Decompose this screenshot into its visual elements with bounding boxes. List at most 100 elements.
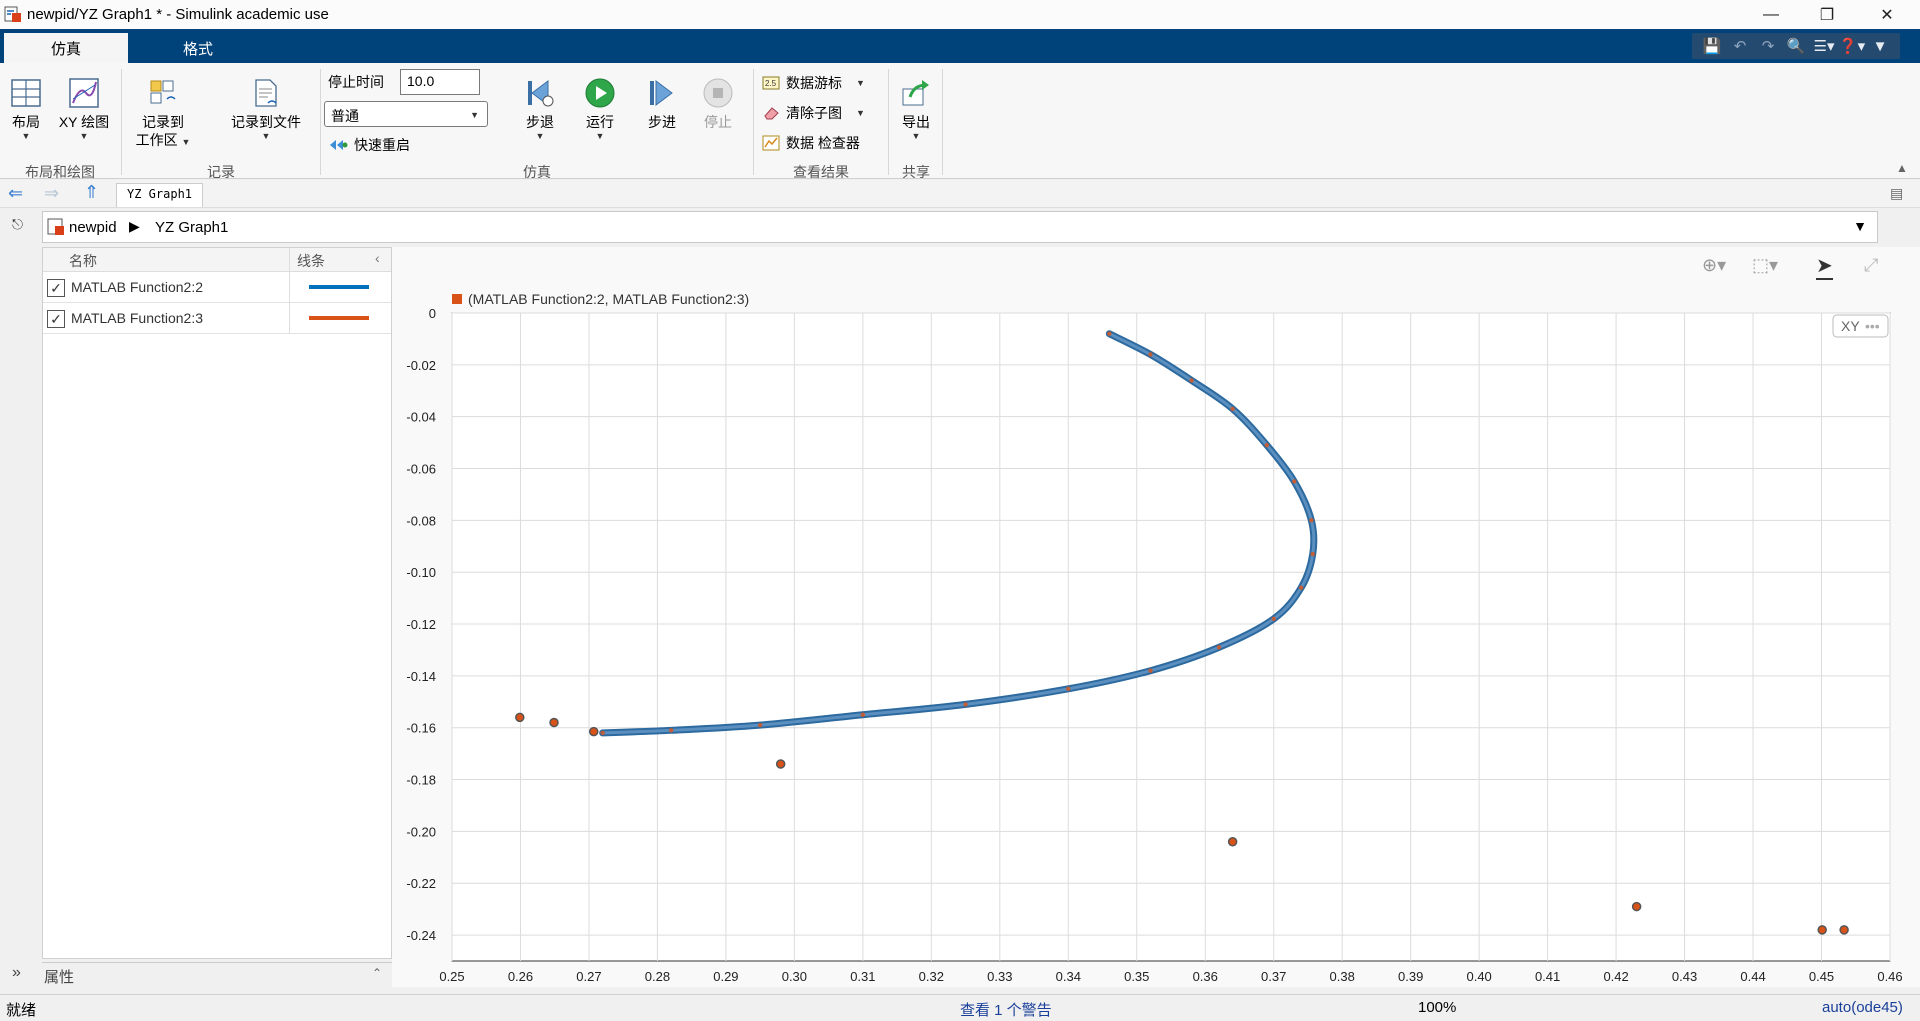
- curve-point: [600, 730, 605, 736]
- outlier-point: [775, 759, 786, 769]
- curve-point: [1271, 616, 1276, 622]
- log-file-label: 记录到文件: [231, 114, 301, 130]
- export-icon: [902, 80, 929, 106]
- collapse-panel-icon[interactable]: ‹: [375, 250, 380, 266]
- signal-panel: 名称 线条 ‹ ✓ MATLAB Function2:2 ✓ MATLAB Fu…: [42, 247, 392, 959]
- stop-icon: [703, 78, 733, 108]
- sim-mode-value: 普通: [331, 108, 359, 124]
- fit-to-view-icon[interactable]: ⬚▾: [1752, 255, 1778, 276]
- restore-button[interactable]: ❐: [1804, 0, 1850, 29]
- warning-link[interactable]: 查看 1 个警告: [960, 999, 1052, 1020]
- tab-yz-graph[interactable]: YZ Graph1: [116, 183, 204, 207]
- solver-link[interactable]: auto(ode45): [1822, 999, 1903, 1016]
- forward-arrow-icon[interactable]: ⇒: [44, 183, 59, 204]
- line-style-swatch[interactable]: [309, 285, 369, 289]
- curve-point: [1309, 518, 1314, 523]
- signal-checkbox[interactable]: ✓: [47, 310, 65, 328]
- step-back-icon: [528, 80, 554, 107]
- x-tick-label: 0.43: [1672, 969, 1697, 984]
- community-icon[interactable]: ☰▾: [1812, 35, 1836, 57]
- chevron-down-icon: ▼: [470, 110, 479, 120]
- step-forward-icon: [650, 80, 673, 106]
- stop-button[interactable]: 停止: [696, 77, 740, 131]
- layout-button[interactable]: 布局 ▼: [6, 77, 46, 141]
- column-name-header[interactable]: 名称: [69, 251, 97, 271]
- section-review-label: 查看结果: [793, 164, 849, 180]
- ribbon-separator: [320, 69, 321, 175]
- column-line-header[interactable]: 线条: [297, 251, 325, 271]
- expand-plot-icon[interactable]: ⤢: [1864, 255, 1878, 276]
- close-button[interactable]: ✕: [1864, 0, 1910, 29]
- curve-point: [963, 702, 968, 707]
- chevron-up-icon[interactable]: ⌃: [372, 966, 382, 980]
- column-divider: [289, 248, 290, 272]
- log-workspace-label-line1: 记录到: [142, 114, 184, 130]
- stop-time-label: 停止时间: [328, 74, 384, 90]
- data-inspector-button[interactable]: 数据 检查器: [762, 133, 860, 153]
- xy-plot-button[interactable]: XY 绘图 ▼: [54, 77, 114, 141]
- simulink-app-icon: [4, 6, 21, 22]
- up-arrow-icon[interactable]: ⇑: [84, 182, 99, 203]
- log-to-file-button[interactable]: 记录到文件 ▼: [224, 77, 308, 141]
- expand-panel-icon[interactable]: »: [12, 964, 21, 982]
- model-browser-icon[interactable]: ▤: [1890, 185, 1903, 202]
- step-forward-button[interactable]: 步进: [640, 77, 684, 131]
- data-cursor-label: 数据游标: [786, 75, 842, 91]
- cursor-select-icon[interactable]: ➤: [1816, 253, 1833, 280]
- zoom-level: 100%: [1418, 999, 1457, 1016]
- x-tick-label: 0.28: [645, 969, 670, 984]
- zoom-icon[interactable]: ⊕▾: [1702, 255, 1726, 276]
- chevron-down-icon: ▼: [181, 137, 191, 147]
- xy-badge-text: XY: [1841, 318, 1860, 334]
- tab-simulation[interactable]: 仿真: [4, 33, 128, 63]
- step-back-button[interactable]: 步退 ▼: [518, 77, 562, 141]
- minimize-button[interactable]: —: [1748, 0, 1794, 29]
- clear-subplot-button[interactable]: 清除子图 ▼: [762, 103, 865, 123]
- search-icon[interactable]: 🔍: [1784, 35, 1808, 57]
- fast-restart-button[interactable]: 快速重启: [328, 135, 410, 155]
- signal-checkbox[interactable]: ✓: [47, 279, 65, 297]
- xy-chart[interactable]: 0.25 0.26 0.27 0.28 0.29 0.30 0.31 0.32 0.33 0.34…: [392, 300, 1920, 990]
- export-button[interactable]: 导出 ▼: [894, 77, 938, 141]
- collapse-ribbon-icon[interactable]: ▲: [1896, 161, 1908, 175]
- chevron-down-icon[interactable]: ▼: [1853, 218, 1867, 234]
- y-tick-label: -0.02: [406, 358, 436, 373]
- outlier-point: [1817, 925, 1827, 935]
- data-inspector-label: 数据 检查器: [786, 135, 860, 151]
- collapse-ribbon-icon[interactable]: ▼: [1868, 35, 1892, 57]
- x-tick-label: 0.40: [1466, 969, 1491, 984]
- breadcrumb: newpid ▶ YZ Graph1 ▼: [42, 211, 1878, 243]
- layout-label: 布局: [12, 114, 40, 130]
- signal-row[interactable]: ✓ MATLAB Function2:3: [43, 303, 391, 334]
- breadcrumb-separator-icon: ▶: [129, 218, 140, 234]
- plot-axes: [451, 312, 1891, 962]
- y-tick-label: -0.18: [406, 773, 436, 788]
- undo-icon[interactable]: ↶: [1728, 35, 1752, 57]
- tab-format[interactable]: 格式: [136, 33, 260, 63]
- y-tick-label: -0.16: [406, 721, 436, 736]
- run-button[interactable]: 运行 ▼: [578, 77, 622, 141]
- breadcrumb-current[interactable]: YZ Graph1: [155, 219, 228, 236]
- curve-point: [1310, 551, 1315, 557]
- sim-mode-select[interactable]: 普通 ▼: [324, 101, 488, 127]
- x-tick-label: 0.46: [1877, 969, 1902, 984]
- save-icon[interactable]: 💾: [1700, 35, 1724, 57]
- outlier-point: [1631, 901, 1642, 912]
- properties-bar[interactable]: 属性 ⌃: [42, 962, 392, 987]
- data-cursor-icon: 2.5: [762, 76, 780, 90]
- back-arrow-icon[interactable]: ⇐: [8, 183, 23, 204]
- redo-icon[interactable]: ↷: [1756, 35, 1780, 57]
- data-cursor-button[interactable]: 2.5 数据游标 ▼: [762, 73, 865, 93]
- stop-time-input[interactable]: 10.0: [400, 69, 480, 95]
- signal-name: MATLAB Function2:2: [71, 279, 204, 295]
- line-style-swatch[interactable]: [309, 316, 369, 320]
- help-icon[interactable]: ❓▾: [1839, 35, 1865, 57]
- hide-browser-icon[interactable]: ⎋: [12, 216, 23, 233]
- x-tick-label: 0.36: [1193, 969, 1218, 984]
- log-to-workspace-button[interactable]: 记录到 工作区 ▼: [128, 77, 198, 149]
- x-tick-label: 0.27: [576, 969, 601, 984]
- signal-row[interactable]: ✓ MATLAB Function2:2: [43, 272, 391, 303]
- curve-point: [1264, 442, 1270, 448]
- breadcrumb-root[interactable]: newpid: [69, 219, 117, 236]
- xy-badge[interactable]: XY •••: [1832, 314, 1889, 338]
